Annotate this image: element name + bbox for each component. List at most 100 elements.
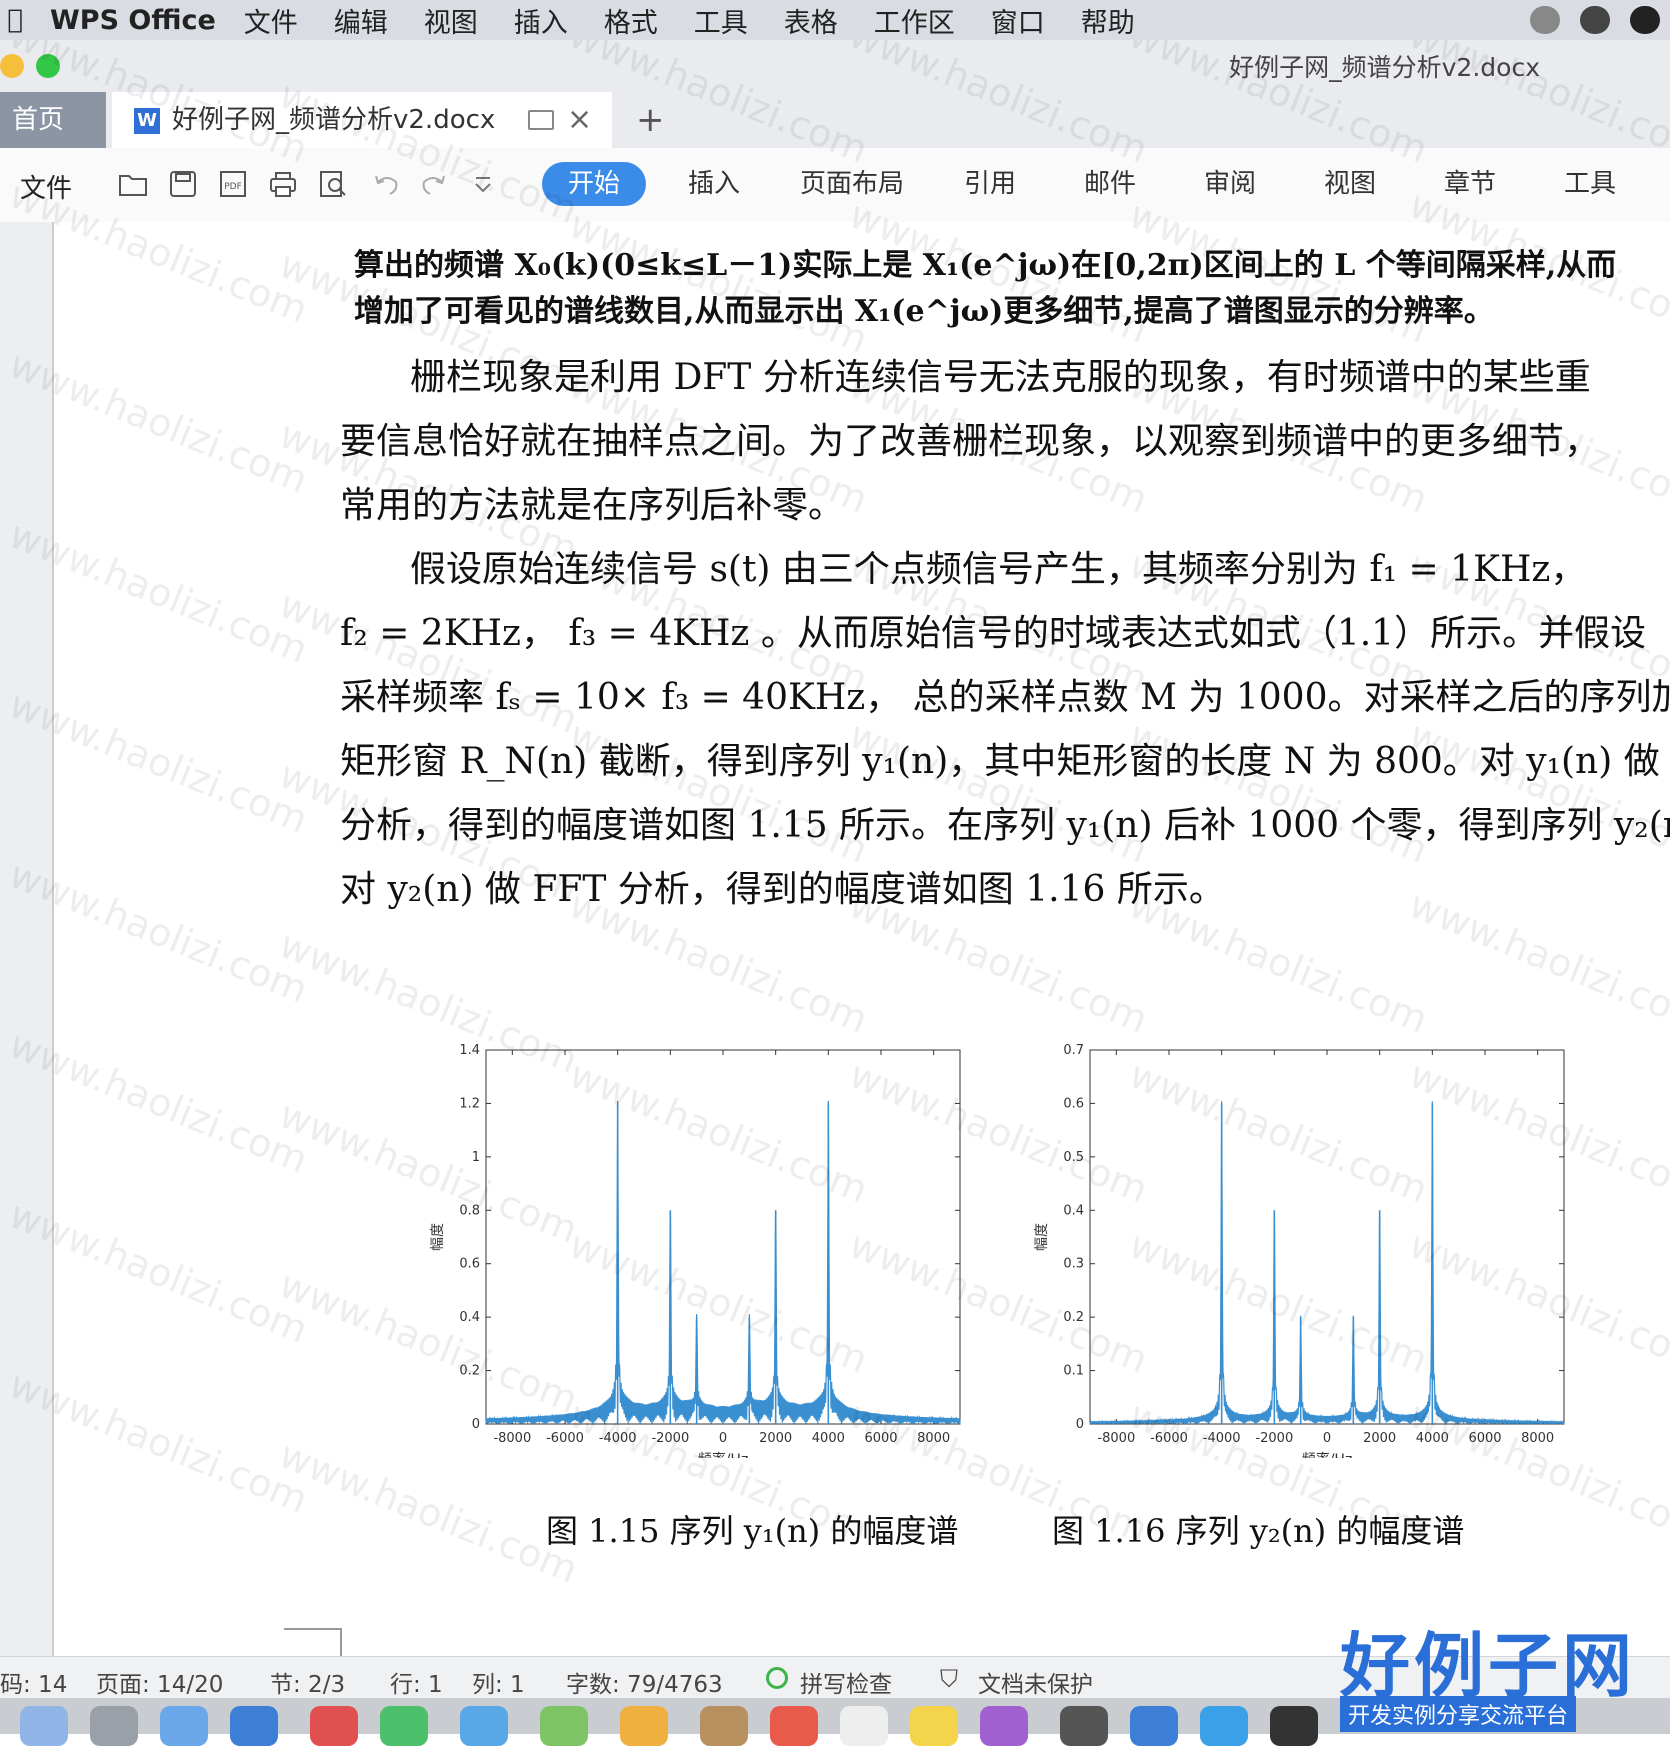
notes-icon[interactable] xyxy=(910,1706,958,1746)
menu-table[interactable]: 表格 xyxy=(784,1,838,40)
status-row[interactable]: 行: 1 xyxy=(390,1665,443,1699)
pdf-icon[interactable]: PDF xyxy=(218,170,248,198)
finder-icon[interactable] xyxy=(20,1706,68,1746)
status-col[interactable]: 列: 1 xyxy=(472,1665,525,1699)
dock-app-icon[interactable] xyxy=(840,1706,888,1746)
shield-icon[interactable]: ⛉ xyxy=(940,1665,958,1693)
messages-icon[interactable] xyxy=(380,1706,428,1746)
menu-workspace[interactable]: 工作区 xyxy=(874,1,955,40)
elephant-icon[interactable] xyxy=(1580,6,1610,34)
ribbon-tab-mailings[interactable]: 邮件 xyxy=(1084,162,1136,206)
y-tick-label: 0.7 xyxy=(1063,1043,1084,1058)
save-icon[interactable] xyxy=(168,170,198,198)
status-section[interactable]: 节: 2/3 xyxy=(270,1665,345,1699)
app-name[interactable]: WPS Office xyxy=(50,5,216,36)
status-app-icon-3[interactable] xyxy=(1630,6,1660,34)
menu-window[interactable]: 窗口 xyxy=(991,1,1045,40)
ribbon-tab-view[interactable]: 视图 xyxy=(1324,162,1376,206)
close-tab-icon[interactable]: × xyxy=(567,92,592,148)
zoom-button[interactable] xyxy=(36,54,60,78)
ribbon-tab-chapter[interactable]: 章节 xyxy=(1444,162,1496,206)
ribbon-tab-insert[interactable]: 插入 xyxy=(688,162,740,206)
menu-file[interactable]: 文件 xyxy=(244,1,298,40)
window-title-bar: 好例子网_频谱分析v2.docx xyxy=(0,40,1670,92)
plot-area xyxy=(485,1049,961,1425)
more-dropdown-icon[interactable] xyxy=(468,170,498,198)
dock-app-icon[interactable] xyxy=(1270,1706,1318,1746)
dock-app-icon[interactable] xyxy=(1060,1706,1108,1746)
text-line: 对 y₂(n) 做 FFT 分析，得到的幅度谱如图 1.16 所示。 xyxy=(340,869,1225,910)
ribbon-tab-references[interactable]: 引用 xyxy=(964,162,1016,206)
tab-document-label: 好例子网_频谱分析v2.docx xyxy=(172,105,496,135)
y-tick-label: 0.8 xyxy=(459,1203,480,1218)
photos-icon[interactable] xyxy=(620,1706,668,1746)
undo-icon[interactable] xyxy=(372,170,402,198)
mail-icon[interactable] xyxy=(230,1706,278,1746)
page-corner-mark xyxy=(284,1628,342,1656)
word-doc-icon: W xyxy=(134,108,160,134)
figure-caption-1-15: 图 1.15 序列 y₁(n) 的幅度谱 xyxy=(546,1512,959,1550)
spectrum-chart-y1: -8000 -6000 -4000 -2000 0 2000 4000 6000 8000 0 0.… xyxy=(430,1043,961,1458)
x-tick-label: 6000 xyxy=(864,1431,897,1446)
safari-icon[interactable] xyxy=(160,1706,208,1746)
x-tick-label: -8000 xyxy=(1097,1431,1135,1446)
status-word-count[interactable]: 字数: 79/4763 xyxy=(566,1665,723,1699)
redo-icon[interactable] xyxy=(418,170,448,198)
dock-app-icon[interactable] xyxy=(540,1706,588,1746)
text-line: 分析，得到的幅度谱如图 1.15 所示。在序列 y₁(n) 后补 1000 个零… xyxy=(340,805,1670,846)
status-protection[interactable]: 文档未保护 xyxy=(978,1665,1093,1699)
y-tick-label: 1.2 xyxy=(459,1096,480,1111)
minimize-button[interactable] xyxy=(0,54,24,78)
x-tick-label: -4000 xyxy=(1203,1431,1241,1446)
tab-home[interactable]: 首页 xyxy=(0,92,106,148)
ribbon-tab-page-layout[interactable]: 页面布局 xyxy=(800,162,904,206)
monitor-icon[interactable] xyxy=(528,110,554,130)
status-page-number[interactable]: 码: 14 xyxy=(0,1665,67,1699)
file-menu-button[interactable]: 文件 xyxy=(20,168,72,205)
y-tick-label: 0 xyxy=(472,1417,480,1432)
menu-edit[interactable]: 编辑 xyxy=(334,1,388,40)
dock-app-icon[interactable] xyxy=(1130,1706,1178,1746)
menu-help[interactable]: 帮助 xyxy=(1081,1,1135,40)
print-icon[interactable] xyxy=(268,170,298,198)
text-line: 常用的方法就是在序列后补零。 xyxy=(340,485,845,526)
open-icon[interactable] xyxy=(118,170,148,198)
x-axis-label: 频率/Hz xyxy=(1302,1451,1353,1458)
ribbon-tab-tools[interactable]: 工具 xyxy=(1564,162,1616,206)
menu-insert[interactable]: 插入 xyxy=(514,1,568,40)
dock-app-icon[interactable] xyxy=(1200,1706,1248,1746)
spell-check-icon[interactable] xyxy=(766,1667,788,1689)
document-page[interactable]: 算出的频谱 X₀(k)(0≤k≤L－1)实际上是 X₁(e^jω)在[0,2π)… xyxy=(54,222,1670,1656)
menu-view[interactable]: 视图 xyxy=(424,1,478,40)
x-tick-label: -4000 xyxy=(599,1431,637,1446)
menu-format[interactable]: 格式 xyxy=(604,1,658,40)
x-tick-label: 0 xyxy=(1323,1431,1331,1446)
calendar-icon[interactable] xyxy=(770,1706,818,1746)
new-tab-button[interactable]: + xyxy=(636,92,665,148)
tab-document[interactable]: W 好例子网_频谱分析v2.docx × xyxy=(112,92,612,148)
dock-app-icon[interactable] xyxy=(700,1706,748,1746)
dock-app-icon[interactable] xyxy=(460,1706,508,1746)
x-tick-label: 0 xyxy=(719,1431,727,1446)
status-pages[interactable]: 页面: 14/20 xyxy=(96,1665,223,1699)
y-tick-label: 0.3 xyxy=(1063,1257,1084,1272)
y-tick-label: 0.2 xyxy=(1063,1310,1084,1325)
status-app-icon-1[interactable] xyxy=(1530,6,1560,34)
preview-icon[interactable] xyxy=(318,170,348,198)
launchpad-icon[interactable] xyxy=(90,1706,138,1746)
menu-bar:  WPS Office 文件 编辑 视图 插入 格式 工具 表格 工作区 窗口… xyxy=(0,0,1670,41)
text-line: 增加了可看见的谱线数目,从而显示出 X₁(e^jω)更多细节,提高了谱图显示的分… xyxy=(354,294,1494,329)
dock-app-icon[interactable] xyxy=(310,1706,358,1746)
x-tick-label: 4000 xyxy=(812,1431,845,1446)
ribbon-tab-review[interactable]: 审阅 xyxy=(1204,162,1256,206)
text-line: 假设原始连续信号 s(t) 由三个点频信号产生，其频率分别为 f₁ = 1KHz… xyxy=(410,549,1587,590)
y-tick-label: 0.1 xyxy=(1063,1364,1084,1379)
menu-tools[interactable]: 工具 xyxy=(694,1,748,40)
x-tick-label: -2000 xyxy=(651,1431,689,1446)
dock-app-icon[interactable] xyxy=(980,1706,1028,1746)
y-tick-label: 0.4 xyxy=(1063,1203,1084,1218)
status-spell-check[interactable]: 拼写检查 xyxy=(800,1665,892,1699)
text-line: 算出的频谱 X₀(k)(0≤k≤L－1)实际上是 X₁(e^jω)在[0,2π)… xyxy=(354,248,1617,283)
apple-icon[interactable]:  xyxy=(0,5,30,35)
ribbon-tab-start[interactable]: 开始 xyxy=(542,162,647,206)
